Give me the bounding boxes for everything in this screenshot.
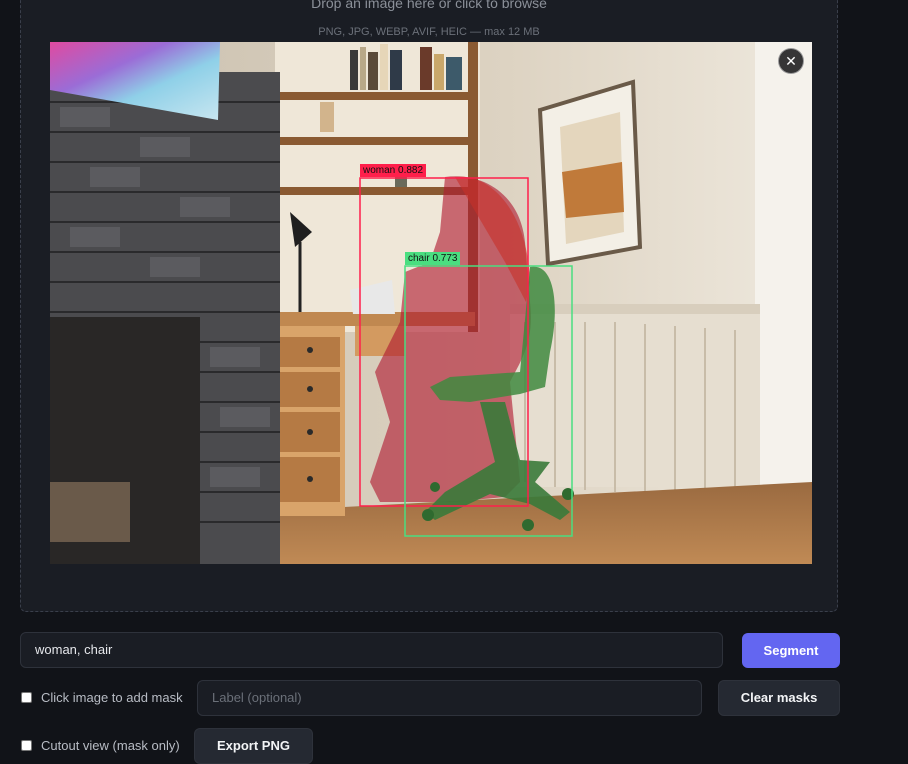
room-photo — [50, 42, 812, 564]
click-mask-checkbox[interactable] — [21, 692, 32, 703]
label-input[interactable]: Label (optional) — [197, 680, 702, 716]
cutout-view-option[interactable]: Cutout view (mask only) — [21, 738, 180, 753]
image-preview[interactable]: woman 0.882 chair 0.773 — [50, 42, 812, 564]
segment-button[interactable]: Segment — [742, 633, 840, 668]
clear-masks-button[interactable]: Clear masks — [718, 680, 840, 716]
remove-image-button[interactable]: ✕ — [778, 48, 804, 74]
prompt-input[interactable]: woman, chair — [20, 632, 723, 668]
cutout-view-label: Cutout view (mask only) — [41, 738, 180, 753]
dropzone-title: Drop an image here or click to browse — [311, 0, 547, 11]
detection-label-chair: chair 0.773 — [405, 252, 461, 265]
dropzone-subtitle: PNG, JPG, WEBP, AVIF, HEIC — max 12 MB — [318, 26, 540, 38]
click-mask-option[interactable]: Click image to add mask — [21, 690, 183, 705]
detection-label-woman: woman 0.882 — [360, 164, 427, 177]
click-mask-label: Click image to add mask — [41, 690, 183, 705]
cutout-view-checkbox[interactable] — [21, 740, 32, 751]
close-icon: ✕ — [785, 53, 797, 69]
image-dropzone[interactable]: Drop an image here or click to browse PN… — [20, 0, 838, 612]
